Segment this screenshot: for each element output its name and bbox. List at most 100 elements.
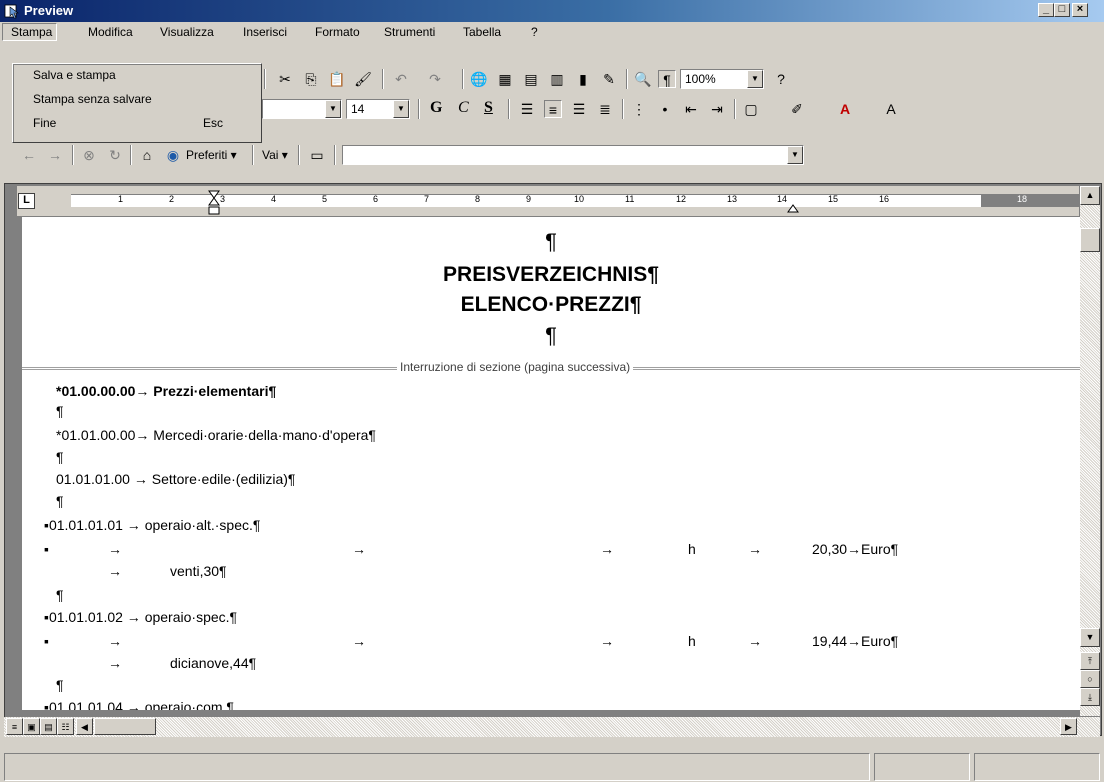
toolbar-separator [130,145,132,165]
outline-view-icon[interactable]: ☷ [57,718,74,735]
menu-tabella[interactable]: Tabella [463,25,501,39]
close-button[interactable]: × [1072,3,1088,17]
scroll-down-icon[interactable]: ▼ [1080,628,1100,647]
cut-icon[interactable]: ✂ [276,70,294,88]
decrease-indent-icon[interactable]: ⇤ [682,100,700,118]
home-icon[interactable]: ⌂ [138,146,156,164]
drawing-icon[interactable]: ✎ [600,70,618,88]
menu-modifica[interactable]: Modifica [88,25,133,39]
ruler-number: 6 [373,194,379,204]
vertical-scrollbar[interactable]: ▲ ▼ ⤒ ○ ⤓ [1080,186,1100,716]
address-combo[interactable]: ▼ [342,145,804,165]
search-web-icon[interactable]: ◉ [164,146,182,164]
chevron-down-icon[interactable]: ▼ [325,100,341,118]
pilcrow: ¶ [56,493,64,509]
paste-icon[interactable]: 📋 [328,70,346,88]
tab-arrow: → [600,633,614,649]
ruler-number: 13 [727,194,738,204]
font-size-combo[interactable]: 14 ▼ [346,99,410,119]
menu-stampa[interactable]: Stampa [2,23,58,41]
menu-bar: Stampa Modifica Visualizza Inserisci For… [0,22,1104,42]
show-only-web-toolbar-icon[interactable]: ▭ [308,146,326,164]
ruler-number: 10 [574,194,585,204]
tab-selector[interactable]: L [18,193,35,209]
refresh-icon[interactable]: ↻ [106,146,124,164]
menu-formato[interactable]: Formato [315,25,360,39]
title-preisverzeichnis: PREISVERZEICHNIS¶ [443,263,659,286]
line-settore-edile: 01.01.01.00 → Settore·edile·(edilizia)¶ [56,471,296,487]
horizontal-ruler[interactable]: L 1 2 3 4 5 6 7 8 9 10 11 12 13 14 15 16… [17,186,1083,216]
toolbar-separator [462,69,464,89]
help-icon[interactable]: ? [772,70,790,88]
pilcrow: ¶ [56,403,64,419]
pilcrow: ¶ [56,587,64,603]
bullets-icon[interactable]: • [656,100,674,118]
minimize-button[interactable]: _ [1038,3,1054,17]
stop-icon[interactable]: ⊗ [80,146,98,164]
show-hide-icon[interactable]: ¶ [658,70,676,88]
scroll-right-icon[interactable]: ▶ [1060,718,1077,735]
undo-icon[interactable]: ↶ [392,70,410,88]
bullet-mark: ▪ [44,541,49,557]
maximize-button[interactable]: □ [1054,3,1070,17]
align-right-icon[interactable]: ☰ [570,100,588,118]
menuitem-fine[interactable]: Fine [33,116,56,130]
favorites-label: Preferiti [186,148,228,162]
pilcrow: ¶ [56,449,64,465]
scroll-up-icon[interactable]: ▲ [1080,186,1100,205]
redo-icon[interactable]: ↷ [426,70,444,88]
forward-icon[interactable]: → [46,146,64,164]
zoom-combo[interactable]: 100% ▼ [680,69,764,89]
go-menu[interactable]: Vai ▾ [262,148,288,162]
browse-object-icon[interactable]: ○ [1080,670,1100,688]
increase-indent-icon[interactable]: ⇥ [708,100,726,118]
insert-excel-icon[interactable]: ▥ [548,70,566,88]
next-page-icon[interactable]: ⤓ [1080,688,1100,706]
font-name-combo[interactable]: ▼ [262,99,342,119]
ruler-number: 9 [526,194,532,204]
insert-table-icon[interactable]: ▤ [522,70,540,88]
scroll-left-icon[interactable]: ◀ [76,718,93,735]
menu-visualizza[interactable]: Visualizza [160,25,214,39]
back-icon[interactable]: ← [20,146,38,164]
previous-page-icon[interactable]: ⤒ [1080,652,1100,670]
format-painter-icon[interactable]: 🖌 [354,70,372,88]
underline-button[interactable]: S [484,99,493,117]
chevron-down-icon[interactable]: ▼ [393,100,409,118]
format-object-icon[interactable]: A [882,100,900,118]
highlight-icon[interactable]: ✐ [788,100,806,118]
right-indent-marker-icon[interactable] [787,198,799,214]
normal-view-icon[interactable]: ≡ [6,718,23,735]
document-page[interactable]: ¶ PREISVERZEICHNIS¶ ELENCO·PREZZI¶ ¶ Int… [22,217,1080,710]
ruler-number: 3 [220,194,226,204]
borders-icon[interactable]: ▢ [742,100,760,118]
ruler-number: 16 [879,194,890,204]
document-map-icon[interactable]: 🔍 [634,70,652,88]
scroll-thumb[interactable] [1080,228,1100,252]
print-layout-icon[interactable]: ▤ [40,718,57,735]
menu-help[interactable]: ? [531,25,538,39]
copy-icon[interactable]: ⎘ [302,70,320,88]
hyperlink-icon[interactable]: 🌐 [470,70,488,88]
indent-marker-icon[interactable] [208,190,220,216]
numbering-icon[interactable]: ⋮ [630,100,648,118]
justify-icon[interactable]: ≣ [596,100,614,118]
favorites-menu[interactable]: Preferiti ▾ [186,148,237,162]
chevron-down-icon[interactable]: ▼ [787,146,803,164]
italic-button[interactable]: C [458,99,469,117]
menu-inserisci[interactable]: Inserisci [243,25,287,39]
font-color-icon[interactable]: A [836,100,854,118]
align-center-icon[interactable]: ≡ [544,100,562,118]
tables-borders-icon[interactable]: ▦ [496,70,514,88]
menu-strumenti[interactable]: Strumenti [384,25,435,39]
menuitem-stampa-senza-salvare[interactable]: Stampa senza salvare [33,92,152,106]
web-layout-icon[interactable]: ▣ [23,718,40,735]
align-left-icon[interactable]: ☰ [518,100,536,118]
horizontal-scrollbar[interactable]: ≡ ▣ ▤ ☷ ◀ ▶ [4,717,1100,737]
chevron-down-icon[interactable]: ▼ [747,70,763,88]
columns-icon[interactable]: ▮ [574,70,592,88]
bold-button[interactable]: G [430,99,442,117]
menuitem-salva-e-stampa[interactable]: Salva e stampa [33,68,116,82]
horizontal-scroll-thumb[interactable] [94,718,156,735]
ruler-number: 14 [777,194,788,204]
